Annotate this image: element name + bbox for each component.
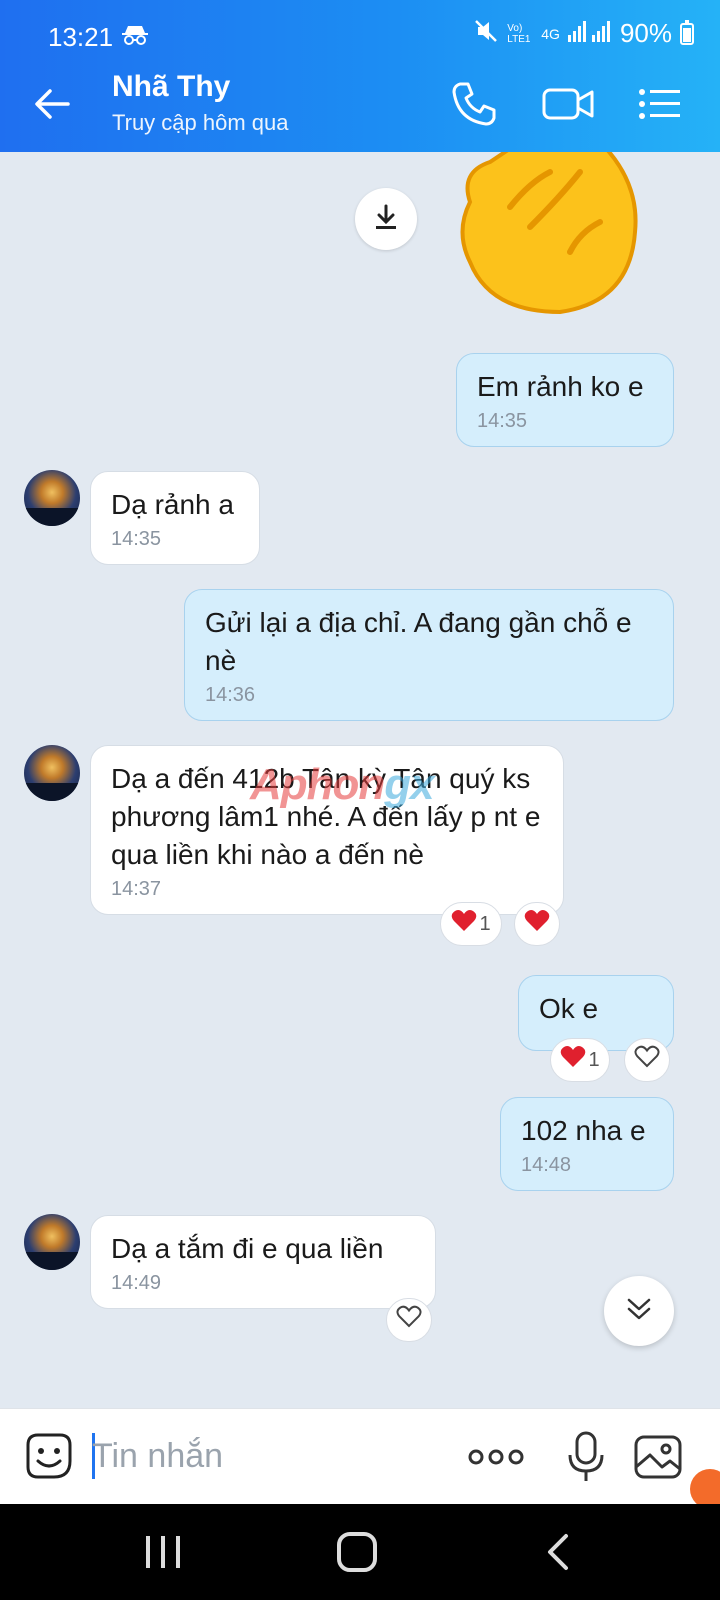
avatar[interactable]: [24, 1214, 80, 1270]
message-time: 14:37: [111, 878, 162, 900]
message-text: Dạ rảnh a: [111, 489, 234, 520]
battery-text: 90%: [619, 18, 672, 48]
heart-icon: [560, 1045, 586, 1075]
heart-outline-icon: [634, 1045, 660, 1075]
status-time: 13:21: [48, 22, 114, 52]
nav-recent-icon[interactable]: [138, 1530, 188, 1574]
message-text: Ok e: [539, 993, 599, 1024]
react-button[interactable]: [386, 1298, 432, 1342]
reaction-count: 1: [479, 912, 491, 935]
scroll-down-button[interactable]: [604, 1276, 674, 1346]
nav-back-icon[interactable]: [534, 1530, 584, 1574]
message-bubble-out[interactable]: Em rảnh ko e 14:35: [456, 353, 674, 447]
message-time: 14:35: [111, 528, 162, 550]
download-icon: [372, 203, 400, 236]
message-input[interactable]: [92, 1427, 452, 1485]
react-button[interactable]: [624, 1038, 670, 1082]
watermark-part2: gx: [384, 760, 434, 809]
waving-hand-icon[interactable]: [450, 152, 650, 322]
message-text: Gửi lại a địa chỉ. A đang gần chỗ e nè: [205, 607, 632, 676]
contact-status: Truy cập hôm qua: [112, 110, 289, 135]
incognito-icon: [122, 24, 148, 51]
signal-icon: [567, 20, 612, 47]
message-bubble-out[interactable]: 102 nha e 14:48: [500, 1097, 674, 1191]
nav-home-icon[interactable]: [332, 1530, 382, 1574]
battery-icon: [680, 19, 694, 45]
menu-icon[interactable]: [636, 78, 688, 130]
heart-icon: [451, 909, 477, 939]
heart-outline-icon: [396, 1305, 422, 1335]
message-bubble-in[interactable]: Dạ rảnh a 14:35: [90, 471, 260, 565]
download-button[interactable]: [355, 188, 417, 250]
system-nav-bar: [0, 1504, 720, 1600]
mute-icon: [473, 18, 499, 49]
reaction-summary[interactable]: 1: [440, 902, 502, 946]
status-bar: 13:21 Vo) LTE1 4G 90%: [0, 0, 720, 56]
microphone-icon[interactable]: [566, 1429, 606, 1485]
message-bubble-in[interactable]: Dạ a tắm đi e qua liền 14:49: [90, 1215, 436, 1309]
double-chevron-down-icon: [624, 1294, 654, 1329]
watermark-part1: Aphon: [250, 760, 385, 809]
message-text: Dạ a tắm đi e qua liền: [111, 1233, 384, 1264]
reaction-summary[interactable]: 1: [550, 1038, 610, 1082]
message-time: 14:48: [521, 1154, 572, 1176]
back-arrow-icon[interactable]: [30, 82, 74, 126]
message-time: 14:35: [477, 410, 528, 432]
contact-name[interactable]: Nhã Thy: [112, 70, 230, 104]
message-time: 14:36: [205, 684, 256, 706]
message-input-bar: [0, 1408, 720, 1509]
avatar[interactable]: [24, 470, 80, 526]
watermark: Aphongx: [250, 760, 435, 810]
message-text: Em rảnh ko e: [477, 371, 644, 402]
heart-icon: [524, 909, 550, 939]
more-dots-icon[interactable]: [468, 1439, 524, 1475]
top-bar: 13:21 Vo) LTE1 4G 90% Nhã Thy Truy cập h…: [0, 0, 720, 152]
sticker-icon[interactable]: [24, 1431, 74, 1481]
network-label: 4G: [541, 25, 560, 42]
chat-header: Nhã Thy Truy cập hôm qua: [0, 56, 720, 152]
message-bubble-out[interactable]: Gửi lại a địa chỉ. A đang gần chỗ e nè 1…: [184, 589, 674, 721]
react-button[interactable]: [514, 902, 560, 946]
reaction-count: 1: [588, 1048, 600, 1071]
lte-label: Vo) LTE1: [507, 22, 531, 45]
status-icons: Vo) LTE1 4G 90%: [473, 18, 694, 49]
video-call-icon[interactable]: [540, 78, 594, 130]
floating-badge[interactable]: [690, 1469, 720, 1509]
chat-area[interactable]: Em rảnh ko e 14:35 Dạ rảnh a 14:35 Gửi l…: [0, 152, 720, 1408]
avatar[interactable]: [24, 745, 80, 801]
message-time: 14:49: [111, 1272, 162, 1294]
message-text: 102 nha e: [521, 1115, 646, 1146]
image-icon[interactable]: [632, 1431, 684, 1483]
phone-icon[interactable]: [448, 78, 500, 130]
